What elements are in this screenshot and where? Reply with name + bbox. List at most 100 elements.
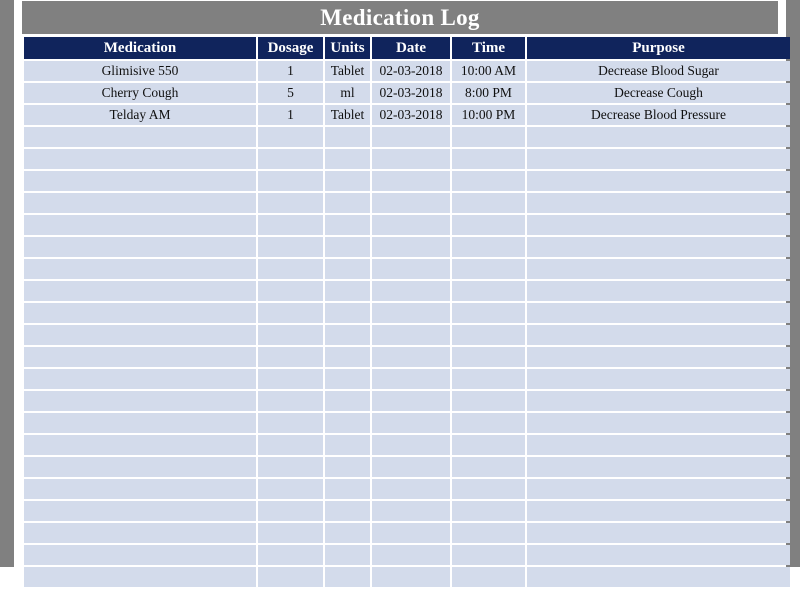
cell-units-empty[interactable] bbox=[325, 347, 370, 367]
cell-purpose-empty[interactable] bbox=[527, 237, 790, 257]
cell-date-empty[interactable] bbox=[372, 391, 450, 411]
cell-time-empty[interactable] bbox=[452, 149, 525, 169]
cell-purpose-empty[interactable] bbox=[527, 303, 790, 323]
cell-medication-empty[interactable] bbox=[24, 391, 256, 411]
cell-time-empty[interactable] bbox=[452, 259, 525, 279]
cell-dosage-empty[interactable] bbox=[258, 303, 323, 323]
cell-purpose-empty[interactable] bbox=[527, 545, 790, 565]
cell-medication-empty[interactable] bbox=[24, 545, 256, 565]
column-header-units[interactable]: Units bbox=[325, 37, 370, 59]
cell-time-empty[interactable] bbox=[452, 237, 525, 257]
cell-units-empty[interactable] bbox=[325, 457, 370, 477]
cell-purpose-empty[interactable] bbox=[527, 479, 790, 499]
cell-date-empty[interactable] bbox=[372, 545, 450, 565]
cell-units-empty[interactable] bbox=[325, 369, 370, 389]
cell-dosage-empty[interactable] bbox=[258, 237, 323, 257]
cell-purpose-empty[interactable] bbox=[527, 325, 790, 345]
cell-time-empty[interactable] bbox=[452, 193, 525, 213]
cell-units-empty[interactable] bbox=[325, 171, 370, 191]
cell-date-empty[interactable] bbox=[372, 435, 450, 455]
cell-time-empty[interactable] bbox=[452, 523, 525, 543]
cell-time-empty[interactable] bbox=[452, 369, 525, 389]
cell-dosage-empty[interactable] bbox=[258, 391, 323, 411]
cell-time[interactable]: 10:00 PM bbox=[452, 105, 525, 125]
cell-date-empty[interactable] bbox=[372, 567, 450, 587]
cell-medication-empty[interactable] bbox=[24, 325, 256, 345]
cell-purpose-empty[interactable] bbox=[527, 215, 790, 235]
cell-purpose-empty[interactable] bbox=[527, 347, 790, 367]
cell-date-empty[interactable] bbox=[372, 259, 450, 279]
cell-medication-empty[interactable] bbox=[24, 149, 256, 169]
cell-units-empty[interactable] bbox=[325, 259, 370, 279]
cell-units-empty[interactable] bbox=[325, 413, 370, 433]
cell-time[interactable]: 8:00 PM bbox=[452, 83, 525, 103]
cell-medication[interactable]: Telday AM bbox=[24, 105, 256, 125]
cell-units[interactable]: ml bbox=[325, 83, 370, 103]
cell-purpose-empty[interactable] bbox=[527, 281, 790, 301]
cell-medication-empty[interactable] bbox=[24, 193, 256, 213]
cell-dosage-empty[interactable] bbox=[258, 501, 323, 521]
cell-dosage-empty[interactable] bbox=[258, 523, 323, 543]
cell-medication-empty[interactable] bbox=[24, 259, 256, 279]
cell-medication-empty[interactable] bbox=[24, 303, 256, 323]
cell-dosage-empty[interactable] bbox=[258, 281, 323, 301]
cell-medication-empty[interactable] bbox=[24, 237, 256, 257]
column-header-purpose[interactable]: Purpose bbox=[527, 37, 790, 59]
cell-date-empty[interactable] bbox=[372, 369, 450, 389]
cell-dosage-empty[interactable] bbox=[258, 347, 323, 367]
cell-time[interactable]: 10:00 AM bbox=[452, 61, 525, 81]
cell-date[interactable]: 02-03-2018 bbox=[372, 83, 450, 103]
cell-purpose[interactable]: Decrease Blood Pressure bbox=[527, 105, 790, 125]
cell-date-empty[interactable] bbox=[372, 523, 450, 543]
cell-time-empty[interactable] bbox=[452, 413, 525, 433]
cell-date-empty[interactable] bbox=[372, 501, 450, 521]
cell-time-empty[interactable] bbox=[452, 127, 525, 147]
cell-units-empty[interactable] bbox=[325, 303, 370, 323]
cell-purpose-empty[interactable] bbox=[527, 501, 790, 521]
cell-medication[interactable]: Glimisive 550 bbox=[24, 61, 256, 81]
cell-purpose[interactable]: Decrease Cough bbox=[527, 83, 790, 103]
cell-dosage-empty[interactable] bbox=[258, 457, 323, 477]
cell-date-empty[interactable] bbox=[372, 479, 450, 499]
cell-medication-empty[interactable] bbox=[24, 215, 256, 235]
cell-purpose[interactable]: Decrease Blood Sugar bbox=[527, 61, 790, 81]
cell-date-empty[interactable] bbox=[372, 347, 450, 367]
cell-units[interactable]: Tablet bbox=[325, 61, 370, 81]
cell-time-empty[interactable] bbox=[452, 479, 525, 499]
cell-purpose-empty[interactable] bbox=[527, 567, 790, 587]
cell-dosage-empty[interactable] bbox=[258, 435, 323, 455]
cell-time-empty[interactable] bbox=[452, 303, 525, 323]
cell-medication[interactable]: Cherry Cough bbox=[24, 83, 256, 103]
cell-purpose-empty[interactable] bbox=[527, 413, 790, 433]
cell-dosage-empty[interactable] bbox=[258, 325, 323, 345]
cell-dosage-empty[interactable] bbox=[258, 127, 323, 147]
cell-purpose-empty[interactable] bbox=[527, 259, 790, 279]
cell-units[interactable]: Tablet bbox=[325, 105, 370, 125]
cell-dosage[interactable]: 1 bbox=[258, 105, 323, 125]
cell-date-empty[interactable] bbox=[372, 171, 450, 191]
cell-purpose-empty[interactable] bbox=[527, 193, 790, 213]
cell-dosage-empty[interactable] bbox=[258, 413, 323, 433]
column-header-dosage[interactable]: Dosage bbox=[258, 37, 323, 59]
cell-dosage-empty[interactable] bbox=[258, 259, 323, 279]
cell-date-empty[interactable] bbox=[372, 281, 450, 301]
cell-units-empty[interactable] bbox=[325, 149, 370, 169]
cell-dosage-empty[interactable] bbox=[258, 545, 323, 565]
cell-medication-empty[interactable] bbox=[24, 347, 256, 367]
cell-date[interactable]: 02-03-2018 bbox=[372, 61, 450, 81]
cell-units-empty[interactable] bbox=[325, 479, 370, 499]
cell-date-empty[interactable] bbox=[372, 413, 450, 433]
column-header-medication[interactable]: Medication bbox=[24, 37, 256, 59]
cell-time-empty[interactable] bbox=[452, 347, 525, 367]
cell-units-empty[interactable] bbox=[325, 501, 370, 521]
cell-purpose-empty[interactable] bbox=[527, 391, 790, 411]
cell-units-empty[interactable] bbox=[325, 193, 370, 213]
cell-dosage-empty[interactable] bbox=[258, 215, 323, 235]
cell-time-empty[interactable] bbox=[452, 171, 525, 191]
cell-medication-empty[interactable] bbox=[24, 369, 256, 389]
cell-time-empty[interactable] bbox=[452, 567, 525, 587]
cell-medication-empty[interactable] bbox=[24, 435, 256, 455]
cell-purpose-empty[interactable] bbox=[527, 435, 790, 455]
cell-units-empty[interactable] bbox=[325, 545, 370, 565]
cell-purpose-empty[interactable] bbox=[527, 127, 790, 147]
